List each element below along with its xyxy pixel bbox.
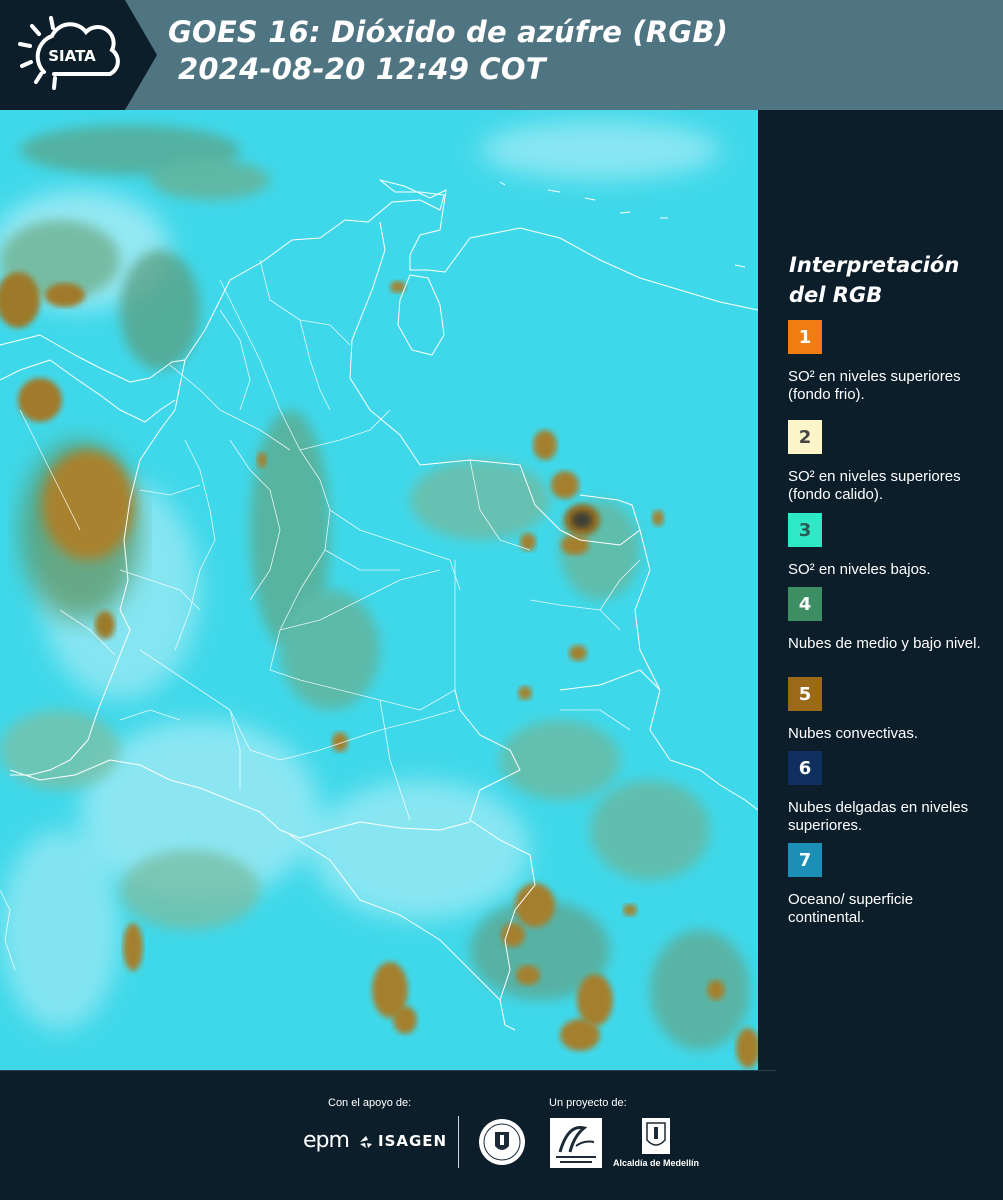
- legend-title: Interpretación del RGB: [789, 250, 959, 310]
- legend-title-line-2: del RGB: [789, 283, 883, 307]
- footer-divider-line: [0, 1070, 776, 1071]
- legend-text-5: Nubes convectivas.: [788, 725, 919, 742]
- legend-item-2: 2 SO² en niveles superiores (fondo calid…: [788, 420, 988, 504]
- legend-text-7: Oceano/ superficie continental.: [788, 891, 914, 926]
- legend-title-line-1: Interpretación: [789, 253, 960, 277]
- legend-text-1: SO² en niveles superiores (fondo frio).: [788, 368, 961, 403]
- legend-swatch-6: 6: [788, 751, 822, 785]
- alcaldia-text: Alcaldía de Medellín: [612, 1158, 700, 1168]
- medellin-seal-icon: [479, 1119, 525, 1165]
- legend-swatch-5: 5: [788, 677, 822, 711]
- header: SIATA GOES 16: Dióxido de azúfre (RGB) 2…: [0, 0, 1003, 110]
- title-line-2: 2024-08-20 12:49 COT: [178, 52, 546, 86]
- legend-item-3: 3 SO² en niveles bajos.: [788, 513, 988, 579]
- legend-item-4: 4 Nubes de medio y bajo nivel.: [788, 587, 988, 653]
- legend-text-2: SO² en niveles superiores (fondo calido)…: [788, 468, 961, 503]
- legend-text-3: SO² en niveles bajos.: [788, 561, 931, 578]
- support-label: Con el apoyo de:: [328, 1097, 412, 1109]
- legend-swatch-7: 7: [788, 843, 822, 877]
- epm-logo: epm: [303, 1128, 350, 1153]
- isagen-mark-icon: [360, 1136, 372, 1148]
- alcaldia-crest-icon: [642, 1118, 670, 1154]
- legend-item-5: 5 Nubes convectivas.: [788, 677, 988, 743]
- alcaldia-logo: Alcaldía de Medellín: [610, 1118, 702, 1170]
- legend-item-1: 1 SO² en niveles superiores (fondo frio)…: [788, 320, 988, 404]
- legend-swatch-1: 1: [788, 320, 822, 354]
- footer-vertical-divider: [458, 1116, 459, 1168]
- isagen-logo: ISAGEN: [378, 1132, 448, 1150]
- title-line-1: GOES 16: Dióxido de azúfre (RGB): [168, 15, 729, 49]
- satellite-map[interactable]: [0, 110, 758, 1070]
- footer: Con el apoyo de: Un proyecto de: epm ISA…: [0, 1070, 1003, 1200]
- legend-swatch-2: 2: [788, 420, 822, 454]
- area-metropolitana-logo-icon: [550, 1118, 602, 1168]
- legend-panel: Interpretación del RGB 1 SO² en niveles …: [758, 110, 1003, 1070]
- siata-logo: SIATA: [18, 16, 120, 90]
- legend-item-7: 7 Oceano/ superficie continental.: [788, 843, 988, 927]
- legend-text-6: Nubes delgadas en niveles superiores.: [788, 799, 969, 834]
- page-title: GOES 16: Dióxido de azúfre (RGB) 2024-08…: [168, 14, 728, 88]
- legend-swatch-3: 3: [788, 513, 822, 547]
- project-label: Un proyecto de:: [549, 1097, 627, 1109]
- legend-item-6: 6 Nubes delgadas en niveles superiores.: [788, 751, 988, 835]
- legend-swatch-4: 4: [788, 587, 822, 621]
- legend-text-4: Nubes de medio y bajo nivel.: [788, 635, 981, 652]
- satellite-image: [0, 110, 758, 1070]
- siata-logo-text: SIATA: [48, 47, 96, 65]
